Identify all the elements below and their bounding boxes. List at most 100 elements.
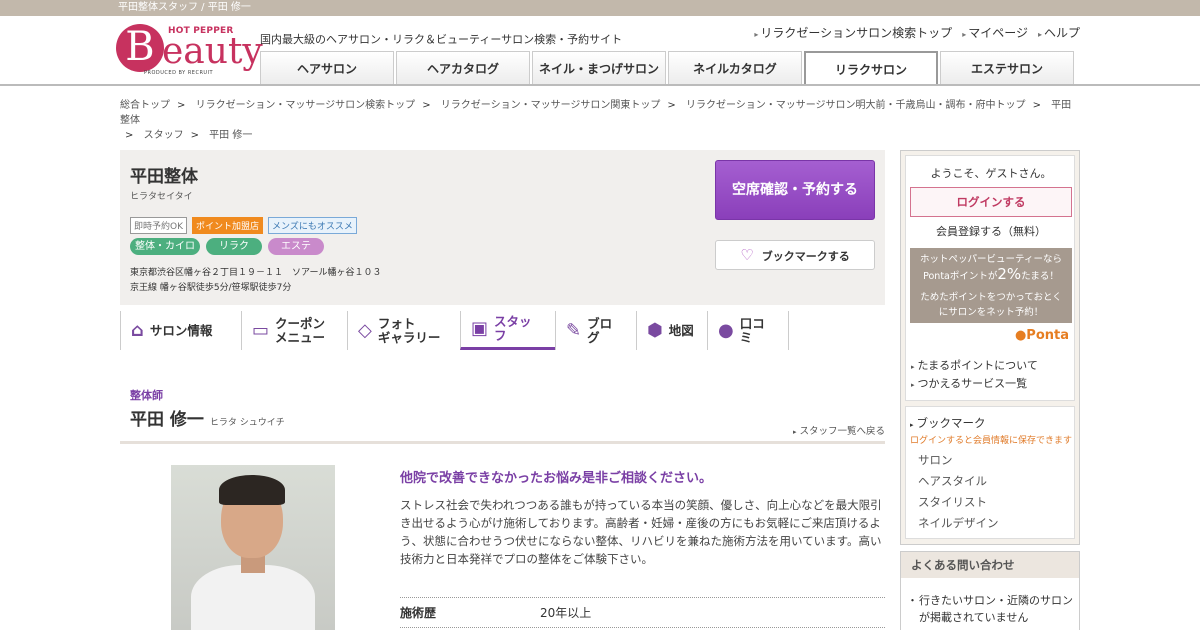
ponta-line3: ためたポイントをつかっておとく bbox=[920, 292, 1062, 303]
staff-role: 整体師 bbox=[130, 389, 163, 402]
subnav-label: フォト ギャラリー bbox=[377, 315, 441, 345]
subnav-coupon-menu[interactable]: ▭ クーポン メニュー bbox=[241, 311, 347, 350]
salon-header-box: 平田整体 ヒラタセイタイ 即時予約OK ポイント加盟店 メンズにもオススメ 整体… bbox=[120, 150, 885, 305]
header-links: リラクゼーションサロン検索トップ マイページ ヘルプ bbox=[754, 24, 1080, 41]
speech-bubble-icon: ● bbox=[718, 319, 734, 341]
site-tagline: 国内最大級のヘアサロン・リラク＆ビューティーサロン検索・予約サイト bbox=[260, 33, 623, 46]
crumb-staff[interactable]: スタッフ bbox=[144, 130, 184, 141]
subnav-salon-info[interactable]: ⌂ サロン情報 bbox=[120, 311, 241, 350]
subnav-label: ブログ bbox=[587, 315, 613, 345]
faq-box: よくある問い合わせ 行きたいサロン・近隣のサロンが掲載されていません bbox=[900, 551, 1080, 630]
tab-hair-salon[interactable]: ヘアサロン bbox=[260, 51, 394, 85]
crumb-total-top[interactable]: 総合トップ bbox=[120, 100, 170, 111]
subnav-label: クーポン メニュー bbox=[275, 315, 326, 345]
ponta-banner[interactable]: ホットペッパービューティーなら Pontaポイントが2%たまる！ ためたポイント… bbox=[910, 248, 1072, 323]
staff-kana: ヒラタ シュウイチ bbox=[209, 418, 285, 428]
staff-photo bbox=[171, 465, 335, 630]
experience-label: 施術歴 bbox=[400, 606, 437, 620]
badge-instant-booking: 即時予約OK bbox=[130, 217, 187, 234]
staff-catchphrase: 他院で改善できなかったお悩み是非ご相談ください。 bbox=[400, 471, 713, 486]
logo-eauty: eauty bbox=[162, 31, 263, 72]
photo-coat bbox=[191, 565, 315, 630]
staff-card-icon: ▣ bbox=[471, 318, 489, 339]
salon-name[interactable]: 平田整体 bbox=[130, 162, 198, 187]
sidebar-bookmark-box: ブックマーク ログインすると会員情報に保存できます サロン ヘアスタイル スタイ… bbox=[905, 406, 1075, 539]
ponta-icon: ● bbox=[1014, 328, 1027, 343]
bookmark-note: ログインすると会員情報に保存できます bbox=[910, 436, 1073, 446]
reserve-button[interactable]: 空席確認・予約する bbox=[715, 160, 875, 220]
bookmark-nail-link[interactable]: ネイルデザイン bbox=[918, 515, 999, 531]
salon-kana: ヒラタセイタイ bbox=[130, 192, 193, 202]
category-seitai: 整体・カイロ bbox=[130, 238, 200, 255]
link-mypage[interactable]: マイページ bbox=[962, 24, 1028, 41]
tab-nail-catalog[interactable]: ネイルカタログ bbox=[668, 51, 802, 85]
experience-value: 20年以上 bbox=[540, 606, 592, 620]
crumb-relax-search-top[interactable]: リラクゼーション・マッサージサロン検索トップ bbox=[196, 100, 416, 111]
section-divider bbox=[120, 441, 885, 444]
link-points-about[interactable]: たまるポイントについて bbox=[911, 357, 1038, 373]
login-button[interactable]: ログインする bbox=[910, 187, 1072, 217]
heart-icon: ♡ bbox=[740, 246, 754, 264]
bookmark-label: ブックマークする bbox=[761, 250, 850, 263]
subnav-reviews[interactable]: ● 口コミ bbox=[707, 311, 789, 350]
faq-item[interactable]: 行きたいサロン・近隣のサロンが掲載されていません bbox=[907, 592, 1074, 626]
ponta-line2: Pontaポイントが2%たまる！ bbox=[923, 265, 1059, 283]
tab-esthe-salon[interactable]: エステサロン bbox=[940, 51, 1074, 85]
bookmark-hairstyle-link[interactable]: ヘアスタイル bbox=[918, 473, 987, 489]
welcome-text: ようこそ、ゲストさん。 bbox=[930, 167, 1052, 180]
tab-hair-catalog[interactable]: ヘアカタログ bbox=[396, 51, 530, 85]
subnav-label: 地図 bbox=[668, 322, 694, 338]
link-help[interactable]: ヘルプ bbox=[1038, 24, 1080, 41]
register-link[interactable]: 会員登録する（無料） bbox=[906, 223, 1076, 239]
subnav-label: スタッフ bbox=[494, 314, 532, 343]
photo-hair bbox=[219, 475, 285, 505]
hotpepper-beauty-logo[interactable]: B HOT PEPPER eauty PRODUCED BY RECRUIT bbox=[116, 24, 263, 80]
staff-description: ストレス社会で失われつつある誰もが持っている本当の笑顔、優しさ、向上心などを最大… bbox=[400, 498, 882, 566]
subnav-staff[interactable]: ▣ スタッフ bbox=[460, 311, 555, 350]
salon-badges: 即時予約OK ポイント加盟店 メンズにもオススメ bbox=[130, 217, 357, 234]
category-esthe: エステ bbox=[268, 238, 324, 255]
ponta-line1: ホットペッパービューティーなら bbox=[920, 254, 1062, 265]
coupon-icon: ▭ bbox=[252, 319, 270, 341]
photo-icon: ◇ bbox=[358, 319, 372, 341]
subnav-label: サロン情報 bbox=[149, 322, 213, 338]
crumb-current: 平田 修一 bbox=[209, 130, 253, 141]
staff-name: 平田 修一 ヒラタ シュウイチ bbox=[130, 405, 285, 430]
back-to-staff-list-link[interactable]: スタッフ一覧へ戻る bbox=[793, 423, 885, 437]
house-icon: ⌂ bbox=[131, 319, 144, 341]
salon-subnav: ⌂ サロン情報 ▭ クーポン メニュー ◇ フォト ギャラリー ▣ スタッフ ✎ ブログ ⬢ 地… bbox=[120, 311, 789, 350]
bookmark-stylist-link[interactable]: スタイリスト bbox=[918, 494, 987, 510]
map-pin-icon: ⬢ bbox=[647, 319, 663, 341]
address-line: 東京都渋谷区幡ヶ谷２丁目１９－１１ ソアール幡ヶ谷１０３ bbox=[130, 268, 382, 278]
subnav-label: 口コミ bbox=[739, 315, 765, 345]
logo-produced-by: PRODUCED BY RECRUIT bbox=[144, 70, 214, 76]
badge-point-member: ポイント加盟店 bbox=[192, 217, 264, 234]
ponta-line4: にサロンをネット予約！ bbox=[938, 307, 1044, 318]
badge-mens-recommended: メンズにもオススメ bbox=[268, 217, 357, 234]
faq-title: よくある問い合わせ bbox=[901, 552, 1079, 578]
breadcrumb: 総合トップ > リラクゼーション・マッサージサロン検索トップ > リラクゼーション・… bbox=[120, 100, 1072, 141]
tab-relax-salon[interactable]: リラクサロン bbox=[804, 51, 938, 85]
logo-b: B bbox=[116, 24, 164, 72]
crumb-kanto-top[interactable]: リラクゼーション・マッサージサロン関東トップ bbox=[441, 100, 661, 111]
access-line: 京王線 幡ヶ谷駅徒歩5分/笹塚駅徒歩7分 bbox=[130, 283, 292, 293]
nav-underline bbox=[0, 84, 1200, 86]
subnav-map[interactable]: ⬢ 地図 bbox=[636, 311, 707, 350]
salon-categories: 整体・カイロ リラク エステ bbox=[130, 238, 324, 255]
sidebar-login-box: ようこそ、ゲストさん。 ログインする 会員登録する（無料） ホットペッパービュー… bbox=[905, 155, 1075, 401]
pencil-icon: ✎ bbox=[566, 319, 582, 341]
link-relax-top[interactable]: リラクゼーションサロン検索トップ bbox=[754, 24, 952, 41]
top-title-bar: 平田整体スタッフ / 平田 修一 bbox=[0, 0, 1200, 16]
crumb-area-top[interactable]: リラクゼーション・マッサージサロン明大前・千歳烏山・調布・府中トップ bbox=[686, 100, 1026, 111]
category-relax: リラク bbox=[206, 238, 262, 255]
experience-row: 施術歴 20年以上 bbox=[400, 597, 885, 628]
salon-address: 東京都渋谷区幡ヶ谷２丁目１９－１１ ソアール幡ヶ谷１０３ 京王線 幡ヶ谷駅徒歩5… bbox=[130, 266, 381, 296]
staff-name-text: 平田 修一 bbox=[130, 410, 204, 430]
subnav-blog[interactable]: ✎ ブログ bbox=[555, 311, 636, 350]
subnav-photo-gallery[interactable]: ◇ フォト ギャラリー bbox=[347, 311, 460, 350]
main-nav-tabs: ヘアサロン ヘアカタログ ネイル・まつげサロン ネイルカタログ リラクサロン エ… bbox=[260, 51, 1074, 85]
bookmark-salon-link[interactable]: サロン bbox=[918, 452, 953, 468]
link-services-list[interactable]: つかえるサービス一覧 bbox=[911, 375, 1028, 391]
tab-nail-eyelash-salon[interactable]: ネイル・まつげサロン bbox=[532, 51, 666, 85]
bookmark-button[interactable]: ♡ ブックマークする bbox=[715, 240, 875, 270]
